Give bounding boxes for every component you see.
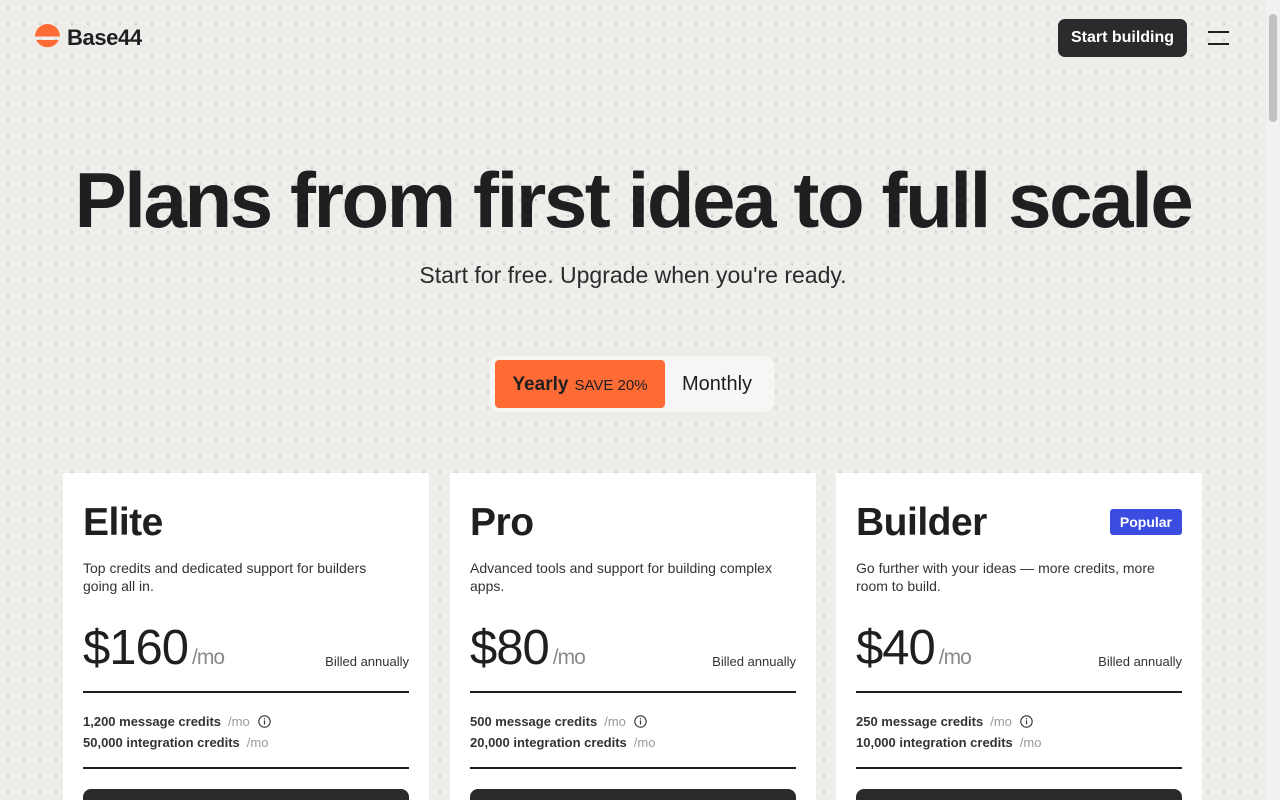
plan-price: $40/mo [856,621,972,675]
plan-name: Elite [83,501,163,544]
brand-name: Base44 [67,24,142,50]
page-subtitle: Start for free. Upgrade when you're read… [419,262,847,288]
brand-logo[interactable]: Base44 [34,24,142,51]
integration-credits: 50,000 integration credits/mo [83,735,269,750]
page-scrollbar[interactable] [1266,0,1280,800]
info-icon[interactable] [1020,715,1033,728]
plan-price: $160/mo [83,621,225,675]
billing-note: Billed annually [1098,654,1182,669]
price-period: /mo [938,646,972,669]
price-period: /mo [552,646,586,669]
billing-period-toggle: Yearly SAVE 20% Monthly [490,356,774,412]
yearly-label: Yearly [512,374,569,395]
plan-card-builder: Builder Popular Go further with your ide… [836,473,1202,800]
billing-note: Billed annually [712,654,796,669]
popular-badge: Popular [1109,509,1182,535]
divider [856,767,1182,769]
yearly-option[interactable]: Yearly SAVE 20% [495,360,665,408]
divider [470,767,796,769]
info-icon[interactable] [257,715,271,728]
page-title: Plans from first idea to full scale [74,156,1194,244]
base44-logo-icon [35,24,60,48]
plan-card-pro: Pro Advanced tools and support for build… [450,473,816,800]
integration-credits: 10,000 integration credits/mo [856,735,1042,750]
plan-cta-button[interactable] [856,789,1182,800]
monthly-option[interactable]: Monthly [665,360,769,408]
plan-name: Pro [470,501,534,544]
plan-card-elite: Elite Top credits and dedicated support … [63,473,429,800]
plan-description: Go further with your ideas — more credit… [856,560,1155,594]
message-credits: 1,200 message credits/mo [83,711,409,732]
message-credits: 250 message credits/mo [856,711,1182,732]
scrollbar-thumb[interactable] [1269,14,1277,122]
credits-list: 1,200 message credits/mo 50,000 integrat… [83,693,409,767]
billing-note: Billed annually [325,654,409,669]
price-row: $160/mo Billed annually [83,621,409,679]
top-nav: Base44 Start building [0,0,1266,76]
integration-credits: 20,000 integration credits/mo [470,735,656,750]
info-icon[interactable] [634,715,647,728]
price-row: $80/mo Billed annually [470,621,796,679]
save-badge: SAVE 20% [574,377,648,394]
plan-cta-button[interactable] [83,789,409,800]
hamburger-menu-icon[interactable] [1208,30,1230,46]
message-credits: 500 message credits/mo [470,711,796,732]
price-row: $40/mo Billed annually [856,621,1182,679]
credits-list: 500 message credits/mo 20,000 integratio… [470,693,796,767]
start-building-button[interactable]: Start building [1058,19,1187,57]
credits-list: 250 message credits/mo 10,000 integratio… [856,693,1182,767]
plan-description: Advanced tools and support for building … [470,560,772,594]
plan-description: Top credits and dedicated support for bu… [83,560,367,594]
price-period: /mo [192,646,225,669]
divider [83,767,409,769]
plan-price: $80/mo [470,621,586,675]
plan-cta-button[interactable] [470,789,796,800]
